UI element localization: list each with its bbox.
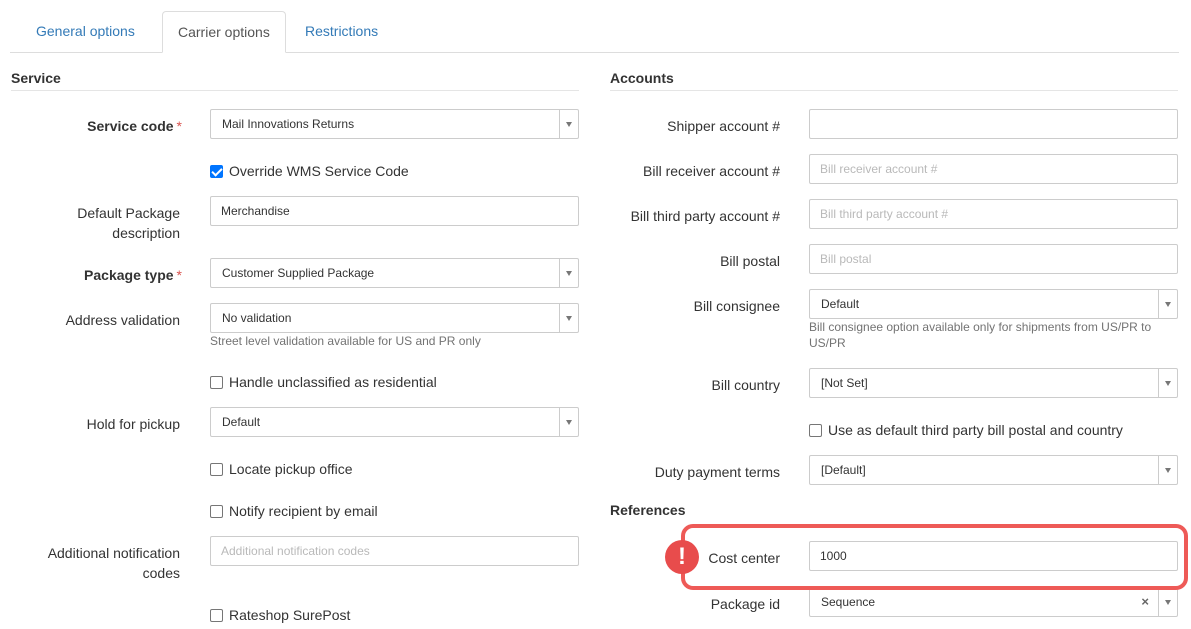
override-wms-checkbox[interactable]	[210, 165, 223, 178]
bill-receiver-account-input[interactable]: Bill receiver account #	[809, 154, 1178, 184]
service-section-title: Service	[11, 70, 579, 91]
duty-payment-terms-value: [Default]	[821, 463, 866, 477]
bill-consignee-label: Bill consignee	[693, 298, 780, 314]
dropdown-toggle[interactable]	[559, 304, 578, 332]
references-section-title: References	[610, 502, 686, 518]
hold-for-pickup-select[interactable]: Default	[210, 407, 579, 437]
use-default-third-party-row[interactable]: Use as default third party bill postal a…	[809, 421, 1123, 439]
notify-recipient-checkbox[interactable]	[210, 505, 223, 518]
tab-restrictions[interactable]: Restrictions	[290, 11, 393, 53]
service-code-value: Mail Innovations Returns	[222, 117, 355, 131]
accounts-section-title: Accounts	[610, 70, 1178, 91]
bill-consignee-select[interactable]: Default	[809, 289, 1178, 319]
dropdown-toggle[interactable]	[1158, 290, 1177, 318]
bill-country-label: Bill country	[711, 377, 780, 393]
additional-notification-codes-label: Additional notification codes	[47, 545, 180, 581]
address-validation-select[interactable]: No validation	[210, 303, 579, 333]
tab-general-options[interactable]: General options	[21, 11, 150, 53]
default-package-description-input[interactable]: Merchandise	[210, 196, 579, 226]
bill-consignee-value: Default	[821, 297, 860, 311]
required-marker: *	[176, 118, 182, 134]
package-id-value: Sequence	[821, 595, 876, 609]
handle-unclassified-label: Handle unclassified as residential	[229, 374, 437, 390]
hold-for-pickup-value: Default	[222, 415, 261, 429]
package-type-value: Customer Supplied Package	[222, 266, 375, 280]
bill-country-value: [Not Set]	[821, 376, 868, 390]
dropdown-toggle[interactable]	[559, 110, 578, 138]
rateshop-surepost-row[interactable]: Rateshop SurePost	[210, 606, 350, 624]
use-default-third-party-label: Use as default third party bill postal a…	[828, 422, 1123, 438]
shipper-account-input[interactable]	[809, 109, 1178, 139]
bill-country-select[interactable]: [Not Set]	[809, 368, 1178, 398]
tab-carrier-options[interactable]: Carrier options	[162, 11, 286, 53]
chevron-down-icon	[1165, 600, 1171, 605]
duty-payment-terms-label: Duty payment terms	[654, 464, 780, 480]
chevron-down-icon	[566, 316, 572, 321]
rateshop-surepost-checkbox[interactable]	[210, 609, 223, 622]
notify-recipient-label: Notify recipient by email	[229, 503, 378, 519]
bill-postal-label: Bill postal	[720, 253, 780, 269]
override-wms-label: Override WMS Service Code	[229, 163, 409, 179]
bill-postal-input[interactable]: Bill postal	[809, 244, 1178, 274]
bill-third-party-account-input[interactable]: Bill third party account #	[809, 199, 1178, 229]
locate-pickup-office-row[interactable]: Locate pickup office	[210, 460, 353, 478]
dropdown-toggle[interactable]	[559, 408, 578, 436]
address-validation-label: Address validation	[65, 312, 180, 328]
chevron-down-icon	[1165, 381, 1171, 386]
clear-icon[interactable]: ×	[1141, 588, 1149, 616]
tab-bar: General options Carrier options Restrict…	[10, 11, 1179, 53]
package-id-label: Package id	[710, 596, 780, 612]
locate-pickup-office-label: Locate pickup office	[229, 461, 353, 477]
hold-for-pickup-label: Hold for pickup	[86, 416, 180, 432]
dropdown-toggle[interactable]	[559, 259, 578, 287]
highlight-box	[681, 524, 1188, 590]
service-code-label: Service code *	[87, 118, 182, 134]
bill-receiver-account-label: Bill receiver account #	[643, 163, 780, 179]
address-validation-help: Street level validation available for US…	[210, 334, 481, 348]
use-default-third-party-checkbox[interactable]	[809, 424, 822, 437]
chevron-down-icon	[566, 420, 572, 425]
package-type-label: Package type *	[84, 267, 182, 283]
package-id-select[interactable]: Sequence ×	[809, 587, 1178, 617]
chevron-down-icon	[1165, 302, 1171, 307]
shipper-account-label: Shipper account #	[667, 118, 780, 134]
bill-third-party-account-label: Bill third party account #	[630, 208, 780, 224]
required-marker: *	[176, 267, 182, 283]
chevron-down-icon	[566, 271, 572, 276]
override-wms-checkbox-row[interactable]: Override WMS Service Code	[210, 162, 409, 180]
handle-unclassified-checkbox[interactable]	[210, 376, 223, 389]
dropdown-toggle[interactable]	[1158, 456, 1177, 484]
service-code-select[interactable]: Mail Innovations Returns	[210, 109, 579, 139]
dropdown-toggle[interactable]	[1158, 588, 1177, 616]
package-type-select[interactable]: Customer Supplied Package	[210, 258, 579, 288]
default-package-description-label: Default Package description	[77, 205, 180, 241]
handle-unclassified-row[interactable]: Handle unclassified as residential	[210, 373, 437, 391]
additional-notification-codes-input[interactable]: Additional notification codes	[210, 536, 579, 566]
locate-pickup-office-checkbox[interactable]	[210, 463, 223, 476]
address-validation-value: No validation	[222, 311, 292, 325]
bill-consignee-help: Bill consignee option available only for…	[809, 320, 1152, 350]
dropdown-toggle[interactable]	[1158, 369, 1177, 397]
duty-payment-terms-select[interactable]: [Default]	[809, 455, 1178, 485]
exclamation-icon: !	[665, 540, 699, 574]
rateshop-surepost-label: Rateshop SurePost	[229, 607, 351, 623]
notify-recipient-row[interactable]: Notify recipient by email	[210, 502, 378, 520]
chevron-down-icon	[1165, 468, 1171, 473]
chevron-down-icon	[566, 122, 572, 127]
